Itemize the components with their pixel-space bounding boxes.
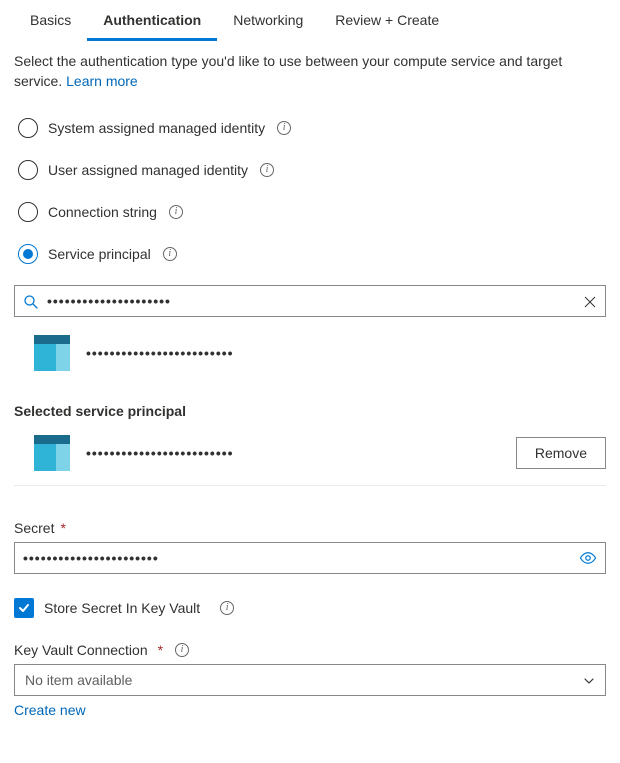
radio-connection-string[interactable]: Connection string i [18,199,606,225]
tab-basics[interactable]: Basics [14,4,87,41]
tab-networking[interactable]: Networking [217,4,319,41]
checkbox-checked-icon [14,598,34,618]
search-result-label: ••••••••••••••••••••••••• [86,345,234,361]
key-vault-connection-select[interactable]: No item available [14,664,606,696]
radio-service-principal[interactable]: Service principal i [18,241,606,267]
selected-principal-row: ••••••••••••••••••••••••• Remove [14,429,606,486]
info-icon[interactable]: i [220,601,234,615]
remove-button[interactable]: Remove [516,437,606,469]
secret-input[interactable]: ••••••••••••••••••••••• [14,542,606,574]
info-icon[interactable]: i [175,643,189,657]
create-new-link[interactable]: Create new [14,702,86,718]
selected-principal-label: ••••••••••••••••••••••••• [86,445,516,461]
info-icon[interactable]: i [163,247,177,261]
radio-icon [18,118,38,138]
reveal-password-icon[interactable] [579,549,597,567]
radio-label: System assigned managed identity [48,120,265,136]
secret-input-value: ••••••••••••••••••••••• [23,550,571,566]
selected-principal-heading: Selected service principal [14,403,606,419]
radio-label: User assigned managed identity [48,162,248,178]
info-icon[interactable]: i [260,163,274,177]
search-result-item[interactable]: ••••••••••••••••••••••••• [14,329,606,377]
key-vault-connection-label: Key Vault Connection * i [14,642,606,658]
secret-label-text: Secret [14,520,54,536]
radio-label: Service principal [48,246,151,262]
clear-icon[interactable] [583,293,597,309]
store-in-keyvault-checkbox[interactable]: Store Secret In Key Vault i [14,598,606,618]
radio-user-assigned[interactable]: User assigned managed identity i [18,157,606,183]
radio-label: Connection string [48,204,157,220]
app-tile-icon [34,435,70,471]
tab-bar: Basics Authentication Networking Review … [14,4,606,41]
auth-type-radiogroup: System assigned managed identity i User … [18,115,606,267]
tab-review-create[interactable]: Review + Create [319,4,455,41]
app-tile-icon [34,335,70,371]
store-in-keyvault-label: Store Secret In Key Vault [44,600,200,616]
secret-label: Secret * [14,520,606,536]
info-icon[interactable]: i [277,121,291,135]
radio-icon [18,202,38,222]
required-indicator: * [158,642,163,658]
kv-label-text: Key Vault Connection [14,642,148,658]
select-value: No item available [25,672,575,688]
chevron-down-icon [583,672,595,688]
search-icon [23,292,39,309]
radio-system-assigned[interactable]: System assigned managed identity i [18,115,606,141]
intro-text: Select the authentication type you'd lik… [14,51,606,91]
radio-icon [18,244,38,264]
service-principal-search[interactable]: ••••••••••••••••••••• [14,285,606,317]
tab-authentication[interactable]: Authentication [87,4,217,41]
radio-icon [18,160,38,180]
search-input-value: ••••••••••••••••••••• [47,293,575,309]
required-indicator: * [60,520,65,536]
learn-more-link[interactable]: Learn more [66,73,138,89]
info-icon[interactable]: i [169,205,183,219]
